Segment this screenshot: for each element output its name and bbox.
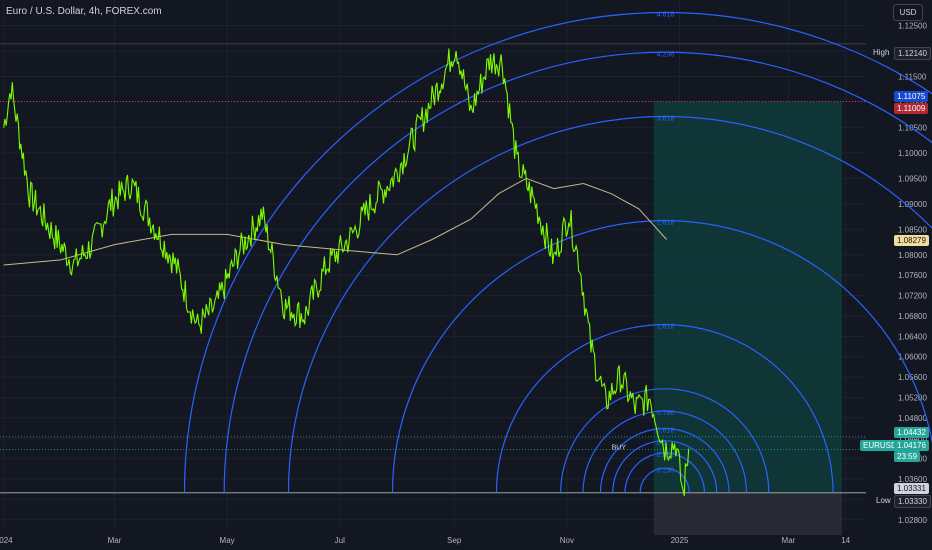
y-tick-label: 1.04800: [898, 414, 927, 423]
y-tick-label: 1.11500: [898, 72, 927, 81]
currency-button[interactable]: USD: [893, 4, 923, 21]
x-tick-label: Mar: [782, 536, 796, 545]
x-tick-label: Nov: [560, 536, 574, 545]
price-chart[interactable]: 1.125001.120001.115001.110001.105001.100…: [0, 0, 932, 550]
fib-level-label: 0.618: [657, 428, 675, 435]
y-tick-label: 1.06400: [898, 332, 927, 341]
y-tick-label: 1.07200: [898, 292, 927, 301]
fib-level-label: 0.236: [657, 467, 675, 474]
buy-label: BUY: [612, 444, 627, 451]
fib-level-label: 1.618: [657, 324, 675, 331]
high-label: High: [870, 47, 893, 58]
y-tick-label: 1.12500: [898, 21, 927, 30]
x-tick-label: Sep: [447, 536, 462, 545]
high-value-tag: 1.12140: [894, 47, 931, 60]
y-tick-label: 1.06800: [898, 312, 927, 321]
fib-level-label: 4.618: [657, 12, 675, 19]
x-tick-label: Jul: [335, 536, 345, 545]
long-profit-zone: [653, 101, 842, 493]
y-tick-label: 1.10000: [898, 149, 927, 158]
price-tag-3: 1.08279: [894, 235, 929, 246]
fib-level-label: 0.786: [657, 410, 675, 417]
low-value-tag: 1.03330: [894, 495, 931, 508]
x-tick-label: 2025: [671, 536, 689, 545]
y-tick-label: 1.08500: [898, 225, 927, 234]
y-tick-label: 1.02800: [898, 516, 927, 525]
countdown-tag: 23:59: [894, 451, 921, 462]
y-tick-label: 1.07600: [898, 271, 927, 280]
y-tick-label: 1.05200: [898, 394, 927, 403]
fib-level-label: 4.236: [657, 51, 675, 58]
x-tick-label: May: [220, 536, 235, 545]
long-stop-zone: [653, 492, 842, 536]
x-tick-label: 14: [841, 536, 850, 545]
x-tick-label: Mar: [108, 536, 122, 545]
fib-level-label: 2.618: [657, 220, 675, 227]
y-tick-label: 1.09500: [898, 174, 927, 183]
chart-title: Euro / U.S. Dollar, 4h, FOREX.com: [6, 6, 162, 17]
fib-level-label: 3.618: [657, 116, 675, 123]
last-price-tag: 1.04176: [894, 440, 929, 451]
price-tag-1: 1.11075: [894, 91, 929, 102]
y-tick-label: 1.08000: [898, 251, 927, 260]
price-tag-2: 1.11009: [894, 103, 929, 114]
x-tick-label: 2024: [0, 536, 13, 545]
price-tag-4: 1.04432: [894, 427, 929, 438]
price-tag-5: 1.03331: [894, 483, 929, 494]
low-label: Low: [873, 495, 894, 506]
